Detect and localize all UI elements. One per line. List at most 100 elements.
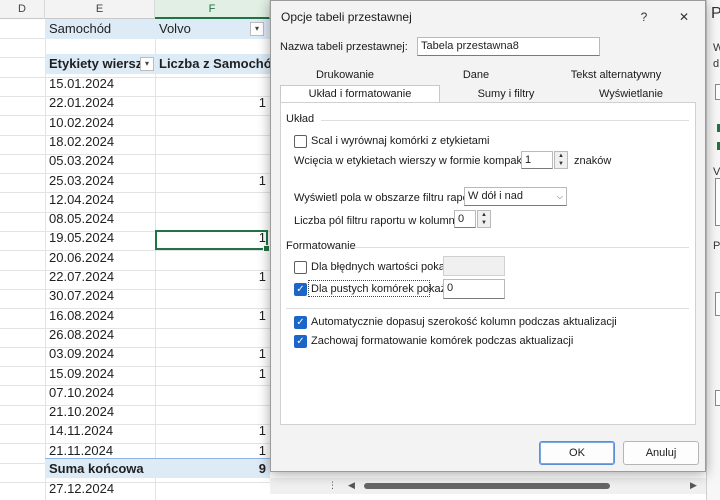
indent-spinner[interactable]: ▲ ▼ [554,151,568,169]
row-label-cell[interactable]: 08.05.2024 [45,209,155,229]
tab-drukowanie[interactable]: Drukowanie [285,67,405,84]
empty-cells-input[interactable]: 0 [443,279,505,299]
grand-total-value: 9 [155,458,270,478]
pane-text-w: W [713,42,720,54]
preserve-format-label: Zachowaj formatowanie komórek podczas ak… [311,335,574,347]
row-value-cell[interactable] [155,132,270,152]
tab-wyswietlanie[interactable]: Wyświetlanie [571,86,691,103]
active-cell-selection[interactable] [155,230,270,252]
table-name-input[interactable]: Tabela przestawna8 [417,37,600,56]
tab-uklad-i-formatowanie[interactable]: Układ i formatowanie [280,85,440,102]
row-label-cell[interactable]: 15.01.2024 [45,74,155,94]
report-filter-label: Samochód [45,19,155,39]
fields-per-column-input[interactable]: 0 [454,210,476,228]
tab-sumy-i-filtry[interactable]: Sumy i filtry [446,86,566,103]
pane-field-list[interactable] [715,178,720,226]
row-value-cell[interactable]: 1 [155,267,270,287]
row-label-cell[interactable]: 07.10.2024 [45,383,155,403]
row-label-cell[interactable]: 27.12.2024 [45,479,155,499]
format-divider [351,247,689,248]
ok-button[interactable]: OK [539,441,615,465]
spin-up-icon[interactable]: ▲ [555,152,567,160]
row-value-cell[interactable] [155,402,270,422]
row-label-cell[interactable]: 19.05.2024 [45,228,155,248]
horizontal-scrollbar[interactable]: ⋮ ◀ ▶ [270,478,706,494]
help-icon[interactable]: ? [634,7,654,27]
row-value-cell[interactable] [155,151,270,171]
column-header-e[interactable]: E [45,0,155,19]
row-value-cell[interactable] [155,286,270,306]
pane-text-v: V [713,166,720,178]
row-value-cell[interactable] [155,325,270,345]
row-label-cell[interactable]: 18.02.2024 [45,132,155,152]
spin-up-icon[interactable]: ▲ [478,211,490,219]
row-label-cell[interactable]: 12.04.2024 [45,190,155,210]
scroll-right-icon[interactable]: ▶ [690,480,697,491]
fields-per-column-label: Liczba pól filtru raportu w kolumnie: [294,215,467,227]
table-name-label: Nazwa tabeli przestawnej: [280,41,408,53]
row-value-cell[interactable]: 1 [155,421,270,441]
error-values-checkbox[interactable] [294,261,307,274]
column-header-f[interactable]: F [155,0,270,19]
fields-per-column-spinner[interactable]: ▲ ▼ [477,210,491,228]
tab-tekst-alternatywny[interactable]: Tekst alternatywny [551,67,681,84]
row-label-cell[interactable]: 25.03.2024 [45,171,155,191]
chevron-down-icon: ⌵ [556,192,563,201]
indent-input[interactable]: 1 [521,151,553,169]
row-label-cell[interactable]: 21.10.2024 [45,402,155,422]
row-value-cell[interactable]: 1 [155,344,270,364]
scroll-left-icon[interactable]: ◀ [348,480,355,491]
row-value-cell[interactable]: 1 [155,364,270,384]
row-label-cell[interactable]: 20.06.2024 [45,248,155,268]
display-fields-value: W dół i nad [468,190,524,202]
row-label-cell[interactable]: 16.08.2024 [45,306,155,326]
row-value-cell[interactable] [155,248,270,268]
display-fields-select[interactable]: W dół i nad ⌵ [464,187,567,206]
row-value-cell[interactable]: 1 [155,171,270,191]
row-label-cell[interactable]: 10.02.2024 [45,113,155,133]
preserve-format-checkbox[interactable]: ✓ [294,335,307,348]
pane-search-box[interactable] [715,84,720,100]
row-value-cell[interactable] [155,113,270,133]
autofit-checkbox[interactable]: ✓ [294,316,307,329]
spin-down-icon[interactable]: ▼ [555,160,567,168]
merge-cells-label: Scal i wyrównaj komórki z etykietami [311,135,490,147]
indent-unit: znaków [574,155,612,167]
row-label-cell[interactable]: 26.08.2024 [45,325,155,345]
row-label-cell[interactable]: 14.11.2024 [45,421,155,441]
tab-dane[interactable]: Dane [421,67,531,84]
row-label-cell[interactable]: 30.07.2024 [45,286,155,306]
row-value-cell[interactable]: 1 [155,93,270,113]
cancel-button[interactable]: Anuluj [623,441,699,465]
pane-title: P [711,5,720,22]
pane-area-box-2[interactable] [715,390,720,406]
row-value-cell[interactable] [155,74,270,94]
row-value-cell[interactable] [155,190,270,210]
merge-cells-checkbox[interactable] [294,135,307,148]
pane-text-p: P [713,240,720,252]
layout-divider [321,120,689,121]
filter-funnel-icon[interactable]: ▾ [250,22,264,36]
scroll-menu-icon[interactable]: ⋮ [328,480,337,491]
spin-down-icon[interactable]: ▼ [478,219,490,227]
row-label-cell[interactable]: 22.07.2024 [45,267,155,287]
row-labels-header-cell: Etykiety wierszy [45,54,155,74]
row-label-cell[interactable]: 22.01.2024 [45,93,155,113]
scrollbar-thumb[interactable] [364,483,610,489]
column-header-d[interactable]: D [0,0,45,19]
row-label-cell[interactable]: 03.09.2024 [45,344,155,364]
row-value-cell[interactable]: 1 [155,306,270,326]
error-values-input[interactable] [443,256,505,276]
empty-cells-checkbox[interactable]: ✓ [294,283,307,296]
row-value-cell[interactable] [155,209,270,229]
pane-area-box-1[interactable] [715,292,720,316]
tab-panel: Układ Scal i wyrównaj komórki z etykieta… [280,102,696,425]
row-value-cell[interactable] [155,479,270,499]
close-icon[interactable]: ✕ [674,7,694,27]
row-label-cell[interactable]: 05.03.2024 [45,151,155,171]
row-value-cell[interactable] [155,383,270,403]
pane-text-d: d [713,58,720,70]
row-label-cell[interactable]: 15.09.2024 [45,364,155,384]
grand-total-label: Suma końcowa [45,458,155,478]
row-labels-dropdown-icon[interactable]: ▾ [140,57,154,71]
